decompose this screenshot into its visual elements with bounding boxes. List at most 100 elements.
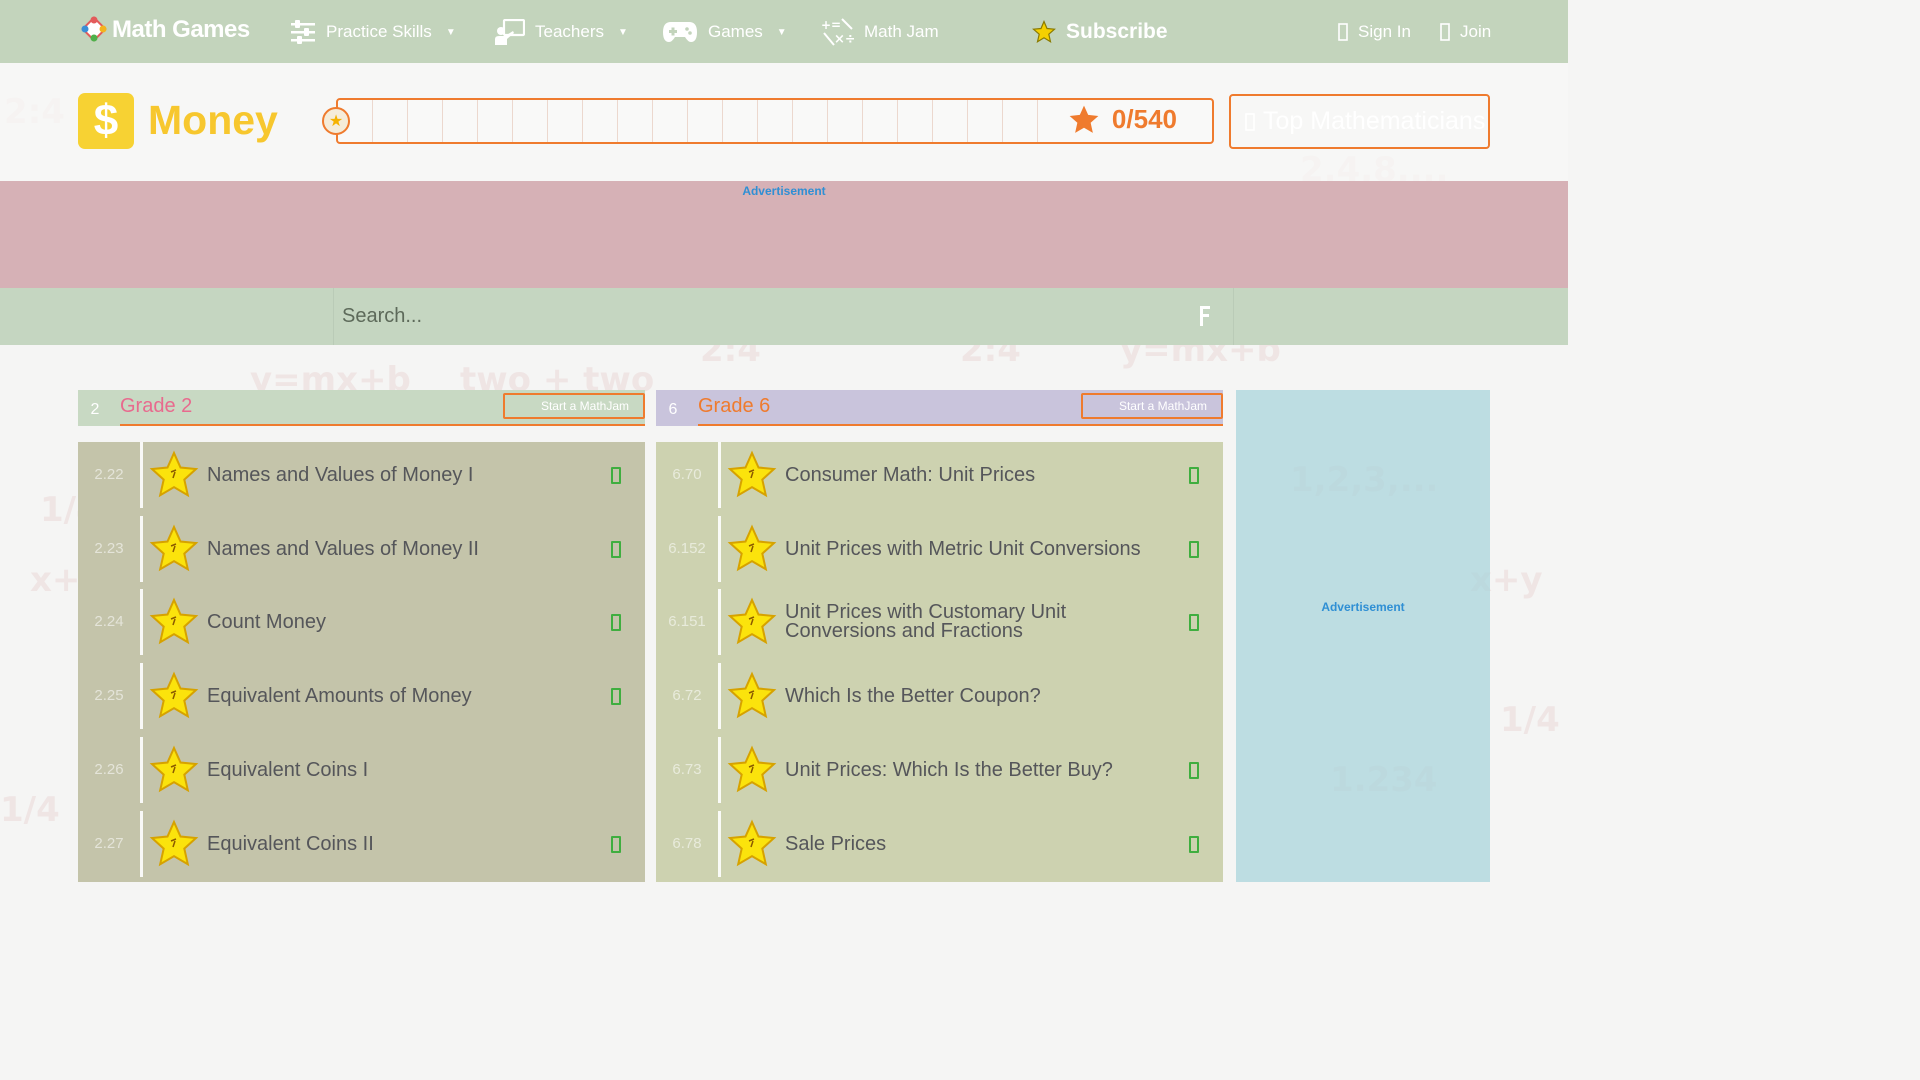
star-rating-icon <box>727 450 777 498</box>
divider <box>140 663 143 729</box>
teacher-icon <box>495 19 525 45</box>
grade-header: 2 Grade 2 Start a MathJam <box>78 390 645 426</box>
skill-code: 2.26 <box>94 761 124 778</box>
skill-code: 2.25 <box>94 687 124 704</box>
check-icon <box>611 466 621 484</box>
divider <box>718 589 721 655</box>
search-input[interactable] <box>342 300 1182 332</box>
skill-row[interactable]: 6.78 Sale Prices <box>656 811 1223 877</box>
nav-math-jam-label: Math Jam <box>864 22 939 41</box>
skill-code: 6.73 <box>672 761 702 778</box>
logo-icon <box>81 16 107 42</box>
skill-list: 2.22 Names and Values of Money I 2.23 Na… <box>78 442 645 882</box>
skill-code: 6.152 <box>668 540 706 557</box>
divider <box>140 737 143 803</box>
page-title: Money <box>148 97 278 143</box>
math-jam-icon: += ×÷ <box>821 18 854 47</box>
skill-row[interactable]: 6.73 Unit Prices: Which Is the Better Bu… <box>656 737 1223 803</box>
check-icon <box>611 540 621 558</box>
sliders-icon <box>291 20 315 44</box>
star-rating-icon <box>149 524 199 572</box>
skill-title: Consumer Math: Unit Prices <box>785 463 1036 486</box>
grade-2-section: 2 Grade 2 Start a MathJam 2.22 Names and… <box>78 390 645 882</box>
join-label: Join <box>1460 22 1492 41</box>
money-topic-icon: $ <box>78 93 134 149</box>
skill-title: Equivalent Amounts of Money <box>207 684 472 707</box>
chevron-down-icon: ▼ <box>445 26 456 38</box>
skill-row[interactable]: 6.72 Which Is the Better Coupon? <box>656 663 1223 729</box>
join-link[interactable]: Join <box>1440 14 1491 50</box>
skill-row[interactable]: 2.25 Equivalent Amounts of Money <box>78 663 645 729</box>
skill-title: Names and Values of Money I <box>207 463 474 486</box>
grade-number: 6 <box>668 401 678 418</box>
nav-practice-skills[interactable]: Practice Skills ▼ <box>290 14 456 50</box>
subscribe-button[interactable]: Subscribe <box>1032 14 1168 50</box>
skill-row[interactable]: 2.23 Names and Values of Money II <box>78 516 645 582</box>
skill-title: Count Money <box>207 610 326 633</box>
divider <box>718 737 721 803</box>
chevron-down-icon: ▼ <box>617 26 628 38</box>
user-plus-icon <box>1440 23 1450 41</box>
svg-text:+=: += <box>821 18 841 32</box>
star-rating-icon <box>149 597 199 645</box>
search-box <box>333 288 1234 345</box>
star-rating-icon <box>727 597 777 645</box>
chevron-down-icon: ▼ <box>776 26 787 38</box>
skill-progress-bar: 0/540 <box>336 98 1214 144</box>
skill-row[interactable]: 2.22 Names and Values of Money I <box>78 442 645 508</box>
check-icon <box>1189 761 1199 779</box>
subscribe-label: Subscribe <box>1066 20 1168 43</box>
nav-games-label: Games <box>708 22 763 41</box>
star-icon <box>1069 105 1099 133</box>
site-name: Math Games <box>112 16 250 43</box>
skill-row[interactable]: 2.24 Count Money <box>78 589 645 655</box>
check-icon <box>611 613 621 631</box>
search-band <box>0 288 1568 345</box>
skill-code: 2.22 <box>94 466 124 483</box>
skill-title: Equivalent Coins I <box>207 758 369 781</box>
divider <box>718 811 721 877</box>
star-rating-icon <box>149 450 199 498</box>
star-rating-icon <box>727 671 777 719</box>
skill-title: Names and Values of Money II <box>207 537 479 560</box>
sign-in-label: Sign In <box>1358 22 1411 41</box>
start-mathjam-button[interactable]: Start a MathJam <box>503 393 645 419</box>
nav-games[interactable]: Games ▼ <box>662 14 787 50</box>
advertisement-label: Advertisement <box>742 184 826 198</box>
check-icon <box>1189 540 1199 558</box>
sign-in-link[interactable]: Sign In <box>1338 14 1411 50</box>
advertisement-label: Advertisement <box>1321 600 1405 614</box>
site-logo[interactable]: Math Games <box>80 15 250 45</box>
nav-practice-skills-label: Practice Skills <box>326 22 432 41</box>
skill-title: Unit Prices with Customary Unit Conversi… <box>785 601 1067 642</box>
check-icon <box>1189 613 1199 631</box>
check-icon <box>611 835 621 853</box>
skill-row[interactable]: 6.151 Unit Prices with Customary Unit Co… <box>656 589 1223 655</box>
trophy-icon <box>1245 112 1255 131</box>
grade-header: 6 Grade 6 Start a MathJam <box>656 390 1223 426</box>
sign-in-icon <box>1338 23 1348 41</box>
divider <box>140 516 143 582</box>
top-advertisement: Advertisement <box>0 181 1568 288</box>
skill-code: 6.70 <box>672 466 702 483</box>
top-mathematicians-button[interactable]: Top Mathematicians <box>1229 94 1490 149</box>
divider <box>718 516 721 582</box>
star-rating-icon <box>149 671 199 719</box>
top-navigation-bar: Math Games Practice Skills ▼ Teachers ▼ … <box>0 0 1568 63</box>
skill-row[interactable]: 2.26 Equivalent Coins I <box>78 737 645 803</box>
start-mathjam-button[interactable]: Start a MathJam <box>1081 393 1223 419</box>
divider <box>140 811 143 877</box>
skill-code: 6.72 <box>672 687 702 704</box>
skill-row[interactable]: 6.152 Unit Prices with Metric Unit Conve… <box>656 516 1223 582</box>
star-rating-icon <box>149 819 199 867</box>
progress-start-star-icon: ★ <box>322 107 350 135</box>
skill-code: 2.23 <box>94 540 124 557</box>
grade-number: 2 <box>90 401 100 418</box>
search-icon[interactable] <box>1197 305 1217 327</box>
skill-row[interactable]: 6.70 Consumer Math: Unit Prices <box>656 442 1223 508</box>
divider <box>140 589 143 655</box>
skill-code: 2.27 <box>94 835 124 852</box>
nav-teachers[interactable]: Teachers ▼ <box>495 14 628 50</box>
skill-row[interactable]: 2.27 Equivalent Coins II <box>78 811 645 877</box>
nav-math-jam[interactable]: += ×÷ Math Jam <box>820 14 939 50</box>
